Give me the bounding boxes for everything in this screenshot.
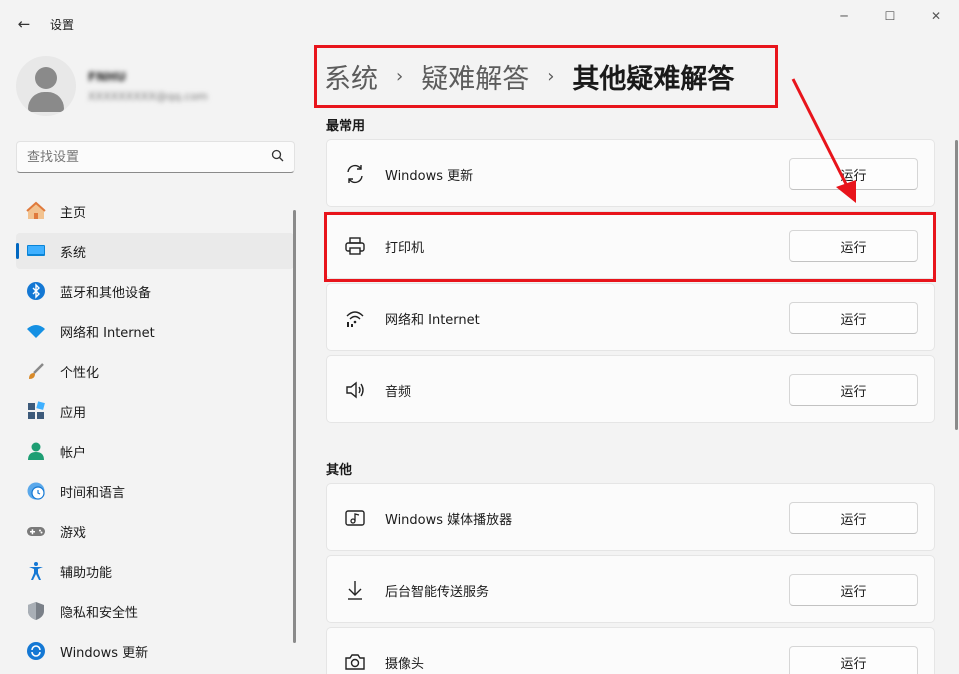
user-email: XXXXXXXXX@qq.com bbox=[88, 90, 208, 103]
sidebar-item-label: 辅助功能 bbox=[60, 565, 113, 581]
troubleshooter-card: 音频 运行 bbox=[326, 355, 935, 423]
wifi-icon bbox=[26, 321, 46, 341]
camera-icon bbox=[343, 650, 367, 674]
troubleshooter-label: 后台智能传送服务 bbox=[385, 585, 490, 600]
apps-icon bbox=[26, 401, 46, 421]
sidebar-item-label: 系统 bbox=[60, 245, 87, 261]
home-icon bbox=[26, 201, 46, 221]
run-button[interactable]: 运行 bbox=[789, 374, 918, 406]
sidebar-item-2[interactable]: 蓝牙和其他设备 bbox=[16, 273, 294, 309]
section-title-other: 其他 bbox=[326, 463, 353, 478]
sidebar-item-5[interactable]: 应用 bbox=[16, 393, 294, 429]
sidebar-item-label: 应用 bbox=[60, 405, 87, 421]
sidebar-item-label: 网络和 Internet bbox=[60, 325, 155, 341]
network-icon bbox=[343, 306, 367, 330]
breadcrumb-highlight-box bbox=[314, 45, 778, 108]
accessibility-icon bbox=[26, 561, 46, 581]
speaker-icon bbox=[343, 378, 367, 402]
user-profile[interactable]: FNHU XXXXXXXXX@qq.com bbox=[16, 56, 286, 120]
download-icon bbox=[343, 578, 367, 602]
clock-globe-icon bbox=[26, 481, 46, 501]
sidebar-item-11[interactable]: Windows 更新 bbox=[16, 633, 294, 669]
printer-highlight-box bbox=[324, 212, 936, 282]
title-bar: ← 设置 ─ ☐ ✕ bbox=[0, 0, 959, 48]
sidebar-item-label: 游戏 bbox=[60, 525, 87, 541]
close-button[interactable]: ✕ bbox=[916, 4, 956, 28]
search-box[interactable] bbox=[16, 141, 295, 173]
troubleshooter-card: 后台智能传送服务 运行 bbox=[326, 555, 935, 623]
sidebar-item-9[interactable]: 辅助功能 bbox=[16, 553, 294, 589]
sidebar-item-label: Windows 更新 bbox=[60, 645, 149, 661]
display-icon bbox=[26, 241, 46, 261]
sidebar-item-0[interactable]: 主页 bbox=[16, 193, 294, 229]
brush-icon bbox=[26, 361, 46, 381]
search-input[interactable] bbox=[27, 150, 257, 165]
troubleshooter-label: 网络和 Internet bbox=[385, 313, 480, 328]
troubleshooter-label: Windows 媒体播放器 bbox=[385, 513, 513, 528]
search-icon bbox=[271, 149, 284, 166]
sidebar-item-8[interactable]: 游戏 bbox=[16, 513, 294, 549]
sidebar-item-3[interactable]: 网络和 Internet bbox=[16, 313, 294, 349]
sidebar-scrollbar[interactable] bbox=[293, 210, 296, 643]
section-title-most-used: 最常用 bbox=[326, 119, 366, 134]
sidebar-item-1[interactable]: 系统 bbox=[16, 233, 294, 269]
minimize-button[interactable]: ─ bbox=[824, 4, 864, 28]
troubleshooter-card: Windows 更新 运行 bbox=[326, 139, 935, 207]
troubleshooter-card: 网络和 Internet 运行 bbox=[326, 283, 935, 351]
account-icon bbox=[26, 441, 46, 461]
maximize-button[interactable]: ☐ bbox=[870, 4, 910, 28]
gamepad-icon bbox=[26, 521, 46, 541]
sidebar-item-label: 蓝牙和其他设备 bbox=[60, 285, 152, 301]
troubleshooter-label: 摄像头 bbox=[385, 657, 425, 672]
back-button[interactable]: ← bbox=[12, 12, 36, 36]
sidebar-item-label: 帐户 bbox=[60, 445, 87, 461]
sidebar-item-6[interactable]: 帐户 bbox=[16, 433, 294, 469]
run-button[interactable]: 运行 bbox=[789, 302, 918, 334]
sidebar-item-label: 隐私和安全性 bbox=[60, 605, 139, 621]
troubleshooter-label: Windows 更新 bbox=[385, 169, 474, 184]
shield-icon bbox=[26, 601, 46, 621]
sidebar-nav: 主页系统蓝牙和其他设备 网络和 Internet 个性化应用帐户时间和语言游戏辅助功… bbox=[16, 193, 294, 673]
run-button[interactable]: 运行 bbox=[789, 158, 918, 190]
sidebar-item-7[interactable]: 时间和语言 bbox=[16, 473, 294, 509]
user-name: FNHU bbox=[88, 70, 127, 84]
run-button[interactable]: 运行 bbox=[789, 502, 918, 534]
update-icon bbox=[26, 641, 46, 661]
refresh-icon bbox=[343, 162, 367, 186]
sidebar-item-10[interactable]: 隐私和安全性 bbox=[16, 593, 294, 629]
troubleshooter-label: 音频 bbox=[385, 385, 412, 400]
run-button[interactable]: 运行 bbox=[789, 646, 918, 674]
run-button[interactable]: 运行 bbox=[789, 574, 918, 606]
active-indicator bbox=[16, 243, 19, 259]
sidebar-item-4[interactable]: 个性化 bbox=[16, 353, 294, 389]
main-scrollbar[interactable] bbox=[955, 140, 958, 430]
avatar bbox=[16, 56, 76, 116]
back-arrow-icon: ← bbox=[17, 15, 31, 33]
sidebar-item-label: 主页 bbox=[60, 205, 87, 221]
bluetooth-icon bbox=[26, 281, 46, 301]
sidebar-item-label: 时间和语言 bbox=[60, 485, 126, 501]
troubleshooter-card: 摄像头 运行 bbox=[326, 627, 935, 674]
media-player-icon bbox=[343, 506, 367, 530]
sidebar-item-label: 个性化 bbox=[60, 365, 100, 381]
troubleshooter-card: Windows 媒体播放器 运行 bbox=[326, 483, 935, 551]
app-title: 设置 bbox=[50, 18, 75, 32]
